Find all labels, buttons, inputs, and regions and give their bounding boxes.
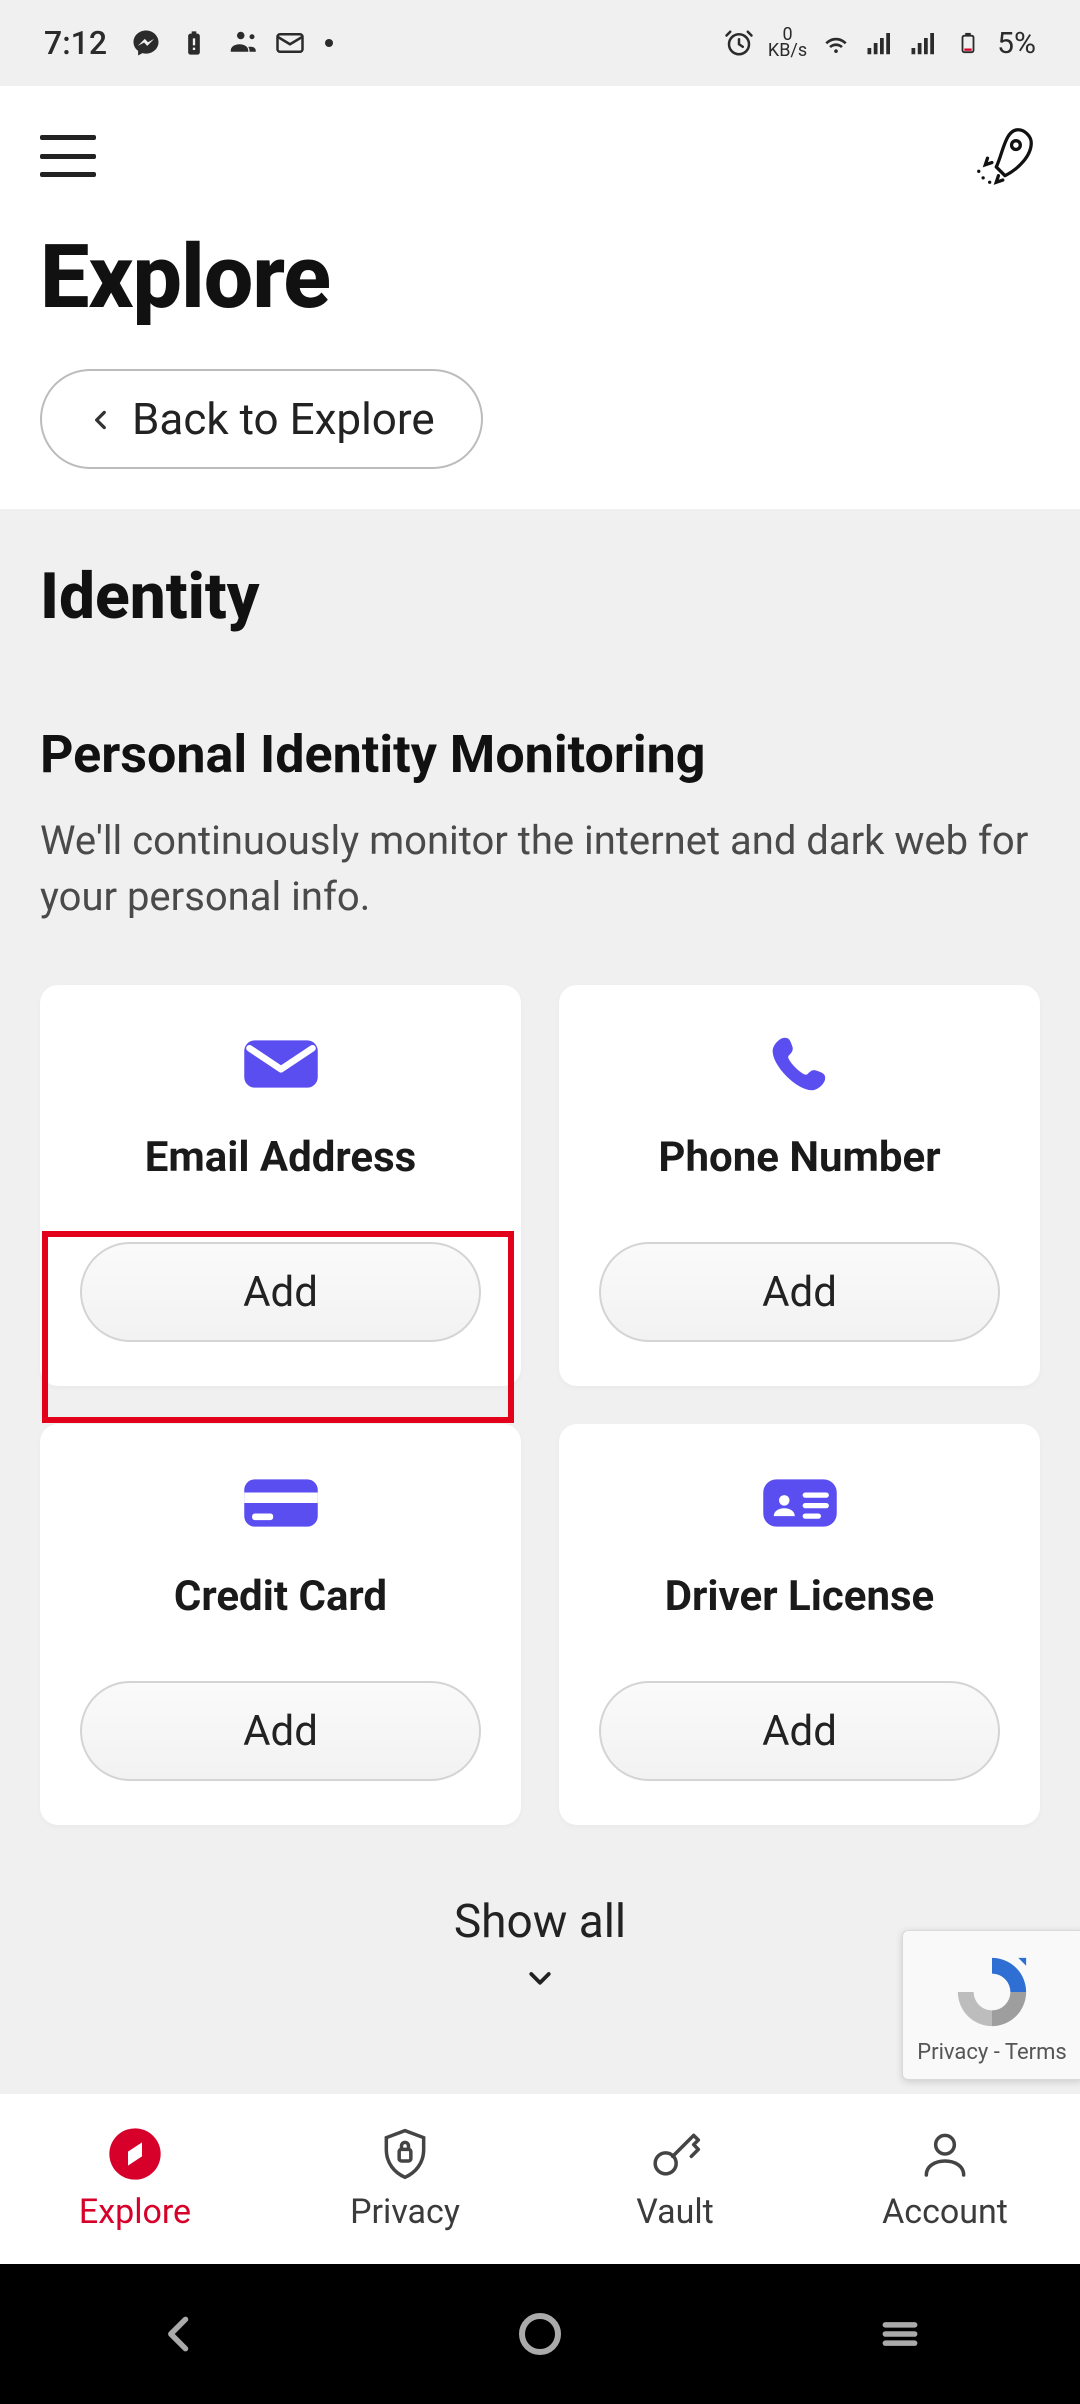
chevron-left-icon: [88, 396, 114, 443]
add-driver-label: Add: [762, 1707, 837, 1756]
signal-icon-2: [909, 28, 939, 58]
add-phone-label: Add: [762, 1268, 837, 1317]
page-title: Explore: [40, 226, 1040, 329]
status-bar: 7:12 0 KB/s: [0, 0, 1080, 86]
pim-description: We'll continuously monitor the internet …: [40, 813, 1040, 925]
show-all-label: Show all: [454, 1895, 626, 1949]
nav-back-icon[interactable]: [150, 2304, 210, 2364]
status-left: 7:12: [44, 24, 335, 62]
phone-icon: [755, 1029, 845, 1099]
tab-explore[interactable]: Explore: [0, 2094, 270, 2264]
driver-license-icon: [755, 1468, 845, 1538]
card-credit: Credit Card Add: [40, 1424, 521, 1825]
messenger-icon: [131, 28, 161, 58]
add-credit-label: Add: [243, 1707, 318, 1756]
back-to-explore-button[interactable]: Back to Explore: [40, 369, 483, 469]
add-phone-button[interactable]: Add: [599, 1242, 1000, 1342]
system-nav-bar: [0, 2264, 1080, 2404]
card-driver-title: Driver License: [665, 1572, 935, 1621]
identity-title: Identity: [40, 559, 1040, 634]
hamburger-menu-icon[interactable]: [40, 135, 96, 177]
add-credit-button[interactable]: Add: [80, 1681, 481, 1781]
header-row: [40, 116, 1040, 196]
tab-explore-label: Explore: [79, 2192, 191, 2232]
recaptcha-terms[interactable]: Terms: [1005, 2040, 1067, 2065]
battery-percent: 5%: [997, 26, 1036, 61]
signal-icon-1: [865, 28, 895, 58]
add-email-label: Add: [243, 1268, 318, 1317]
app-header: Explore Back to Explore: [0, 86, 1080, 509]
shield-lock-icon: [377, 2126, 433, 2182]
pim-title: Personal Identity Monitoring: [40, 724, 1040, 785]
card-driver: Driver License Add: [559, 1424, 1040, 1825]
recaptcha-sep: -: [988, 2040, 1005, 2065]
nav-recents-icon[interactable]: [870, 2304, 930, 2364]
tab-vault[interactable]: Vault: [540, 2094, 810, 2264]
bottom-tab-bar: Explore Privacy Vault Account: [0, 2094, 1080, 2264]
tab-account[interactable]: Account: [810, 2094, 1080, 2264]
recaptcha-icon: [950, 1950, 1034, 2034]
show-all-button[interactable]: Show all: [40, 1895, 1040, 1949]
status-time: 7:12: [44, 24, 107, 62]
back-label: Back to Explore: [132, 393, 435, 445]
cards-grid: Email Address Add Phone Number Add Credi…: [40, 985, 1040, 1825]
tab-vault-label: Vault: [636, 2192, 714, 2232]
screen: 7:12 0 KB/s: [0, 0, 1080, 2404]
email-icon: [236, 1029, 326, 1099]
outlook-icon: [275, 28, 305, 58]
teams-icon: [227, 28, 257, 58]
card-email-title: Email Address: [145, 1133, 416, 1182]
content: Identity Personal Identity Monitoring We…: [0, 509, 1080, 2094]
dot-icon: [323, 28, 335, 58]
nav-home-icon[interactable]: [510, 2304, 570, 2364]
battery-alert-icon: [179, 28, 209, 58]
person-icon: [917, 2126, 973, 2182]
card-phone-title: Phone Number: [658, 1133, 940, 1182]
data-speed-unit: KB/s: [768, 43, 807, 59]
data-speed-indicator: 0 KB/s: [768, 27, 807, 59]
card-credit-title: Credit Card: [174, 1572, 387, 1621]
status-right: 0 KB/s 5%: [724, 26, 1036, 61]
recaptcha-links: Privacy - Terms: [917, 2040, 1067, 2065]
alarm-icon: [724, 28, 754, 58]
recaptcha-privacy[interactable]: Privacy: [917, 2040, 988, 2065]
key-icon: [647, 2126, 703, 2182]
battery-empty-icon: [953, 28, 983, 58]
rocket-icon[interactable]: [970, 121, 1040, 191]
tab-account-label: Account: [882, 2192, 1008, 2232]
wifi-icon: [821, 28, 851, 58]
tab-privacy[interactable]: Privacy: [270, 2094, 540, 2264]
recaptcha-badge[interactable]: Privacy - Terms: [902, 1930, 1080, 2080]
add-email-button[interactable]: Add: [80, 1242, 481, 1342]
card-phone: Phone Number Add: [559, 985, 1040, 1386]
chevron-down-icon: [40, 1957, 1040, 2004]
tab-privacy-label: Privacy: [350, 2192, 460, 2232]
add-driver-button[interactable]: Add: [599, 1681, 1000, 1781]
compass-icon: [107, 2126, 163, 2182]
credit-card-icon: [236, 1468, 326, 1538]
card-email: Email Address Add: [40, 985, 521, 1386]
